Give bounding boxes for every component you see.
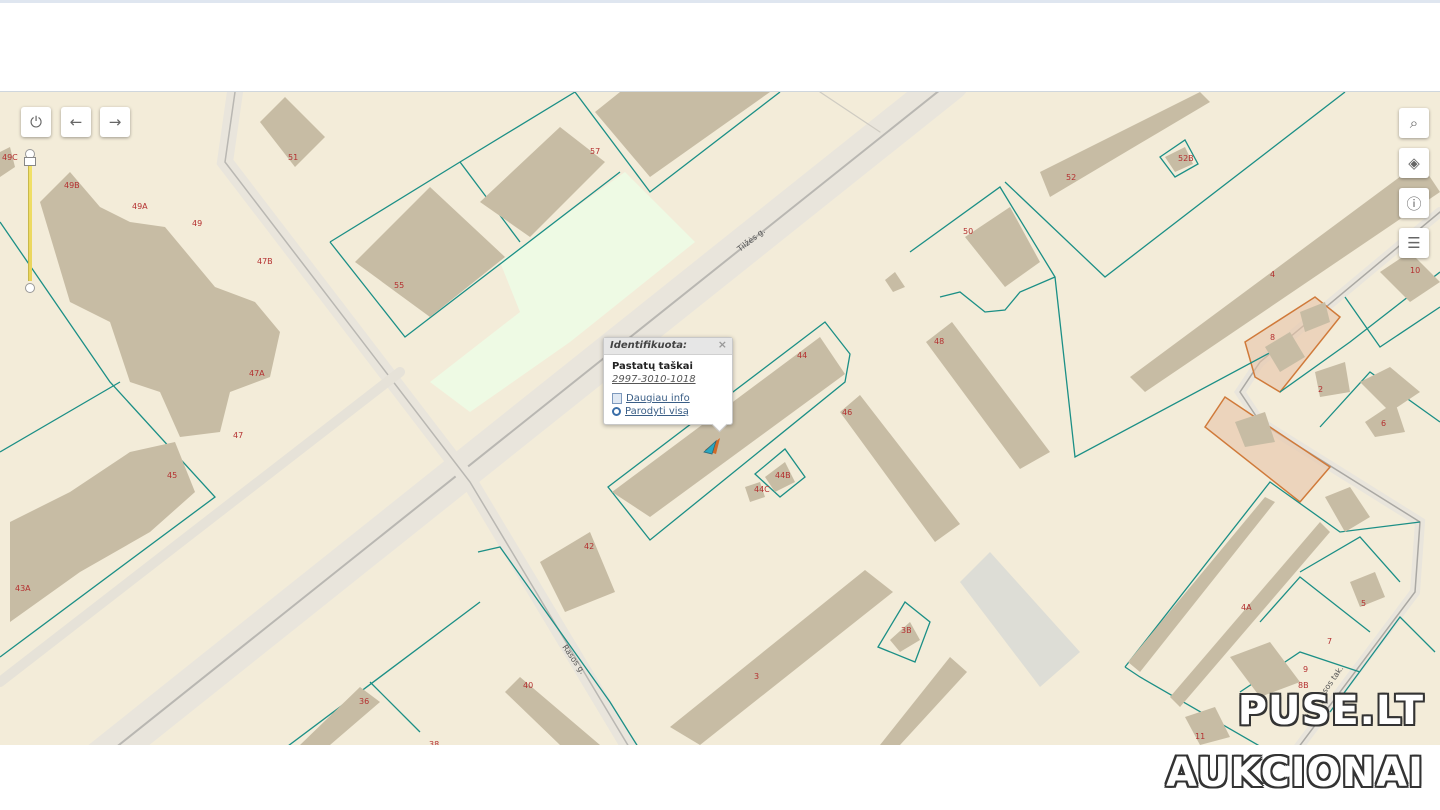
zoom-handle[interactable]	[24, 157, 36, 166]
svg-text:5: 5	[1361, 599, 1366, 608]
svg-text:55: 55	[394, 281, 404, 290]
zoom-bottom-knob[interactable]	[25, 283, 35, 293]
map-view[interactable]: 49C 49B 49A 49 47B 47A 47 45 43A 51 57 5…	[0, 91, 1440, 745]
svg-text:7: 7	[1327, 637, 1332, 646]
svg-text:10: 10	[1410, 266, 1420, 275]
more-info-link[interactable]: Daugiau info	[612, 392, 724, 405]
search-icon: ⌕	[1409, 114, 1419, 132]
svg-text:49C: 49C	[2, 153, 18, 162]
zoom-track	[28, 153, 32, 281]
top-border	[0, 0, 1440, 3]
svg-text:52B: 52B	[1178, 154, 1194, 163]
back-button[interactable]: ←	[61, 107, 91, 137]
arrow-right-icon: →	[108, 113, 122, 131]
forward-button[interactable]: →	[100, 107, 130, 137]
svg-text:44B: 44B	[775, 471, 791, 480]
svg-text:4: 4	[1270, 270, 1275, 279]
svg-text:44: 44	[797, 351, 807, 360]
svg-text:44C: 44C	[754, 485, 770, 494]
close-icon[interactable]: ×	[718, 338, 727, 352]
svg-text:49B: 49B	[64, 181, 80, 190]
svg-text:52: 52	[1066, 173, 1076, 182]
svg-text:49: 49	[192, 219, 202, 228]
svg-text:57: 57	[590, 147, 600, 156]
svg-text:38: 38	[429, 740, 439, 745]
arrow-left-icon: ←	[69, 113, 83, 131]
svg-text:48: 48	[934, 337, 944, 346]
document-icon	[612, 393, 622, 404]
svg-text:49A: 49A	[132, 202, 148, 211]
svg-text:11: 11	[1195, 732, 1205, 741]
layers-icon: ◈	[1408, 154, 1420, 172]
layers-button[interactable]: ◈	[1399, 148, 1429, 178]
popup-body: Pastatų taškai 2997-3010-1018 Daugiau in…	[604, 355, 732, 423]
info-button[interactable]: ⓘ	[1399, 188, 1429, 218]
popup-header-label: Identifikuota:	[610, 340, 688, 351]
svg-text:4A: 4A	[1241, 603, 1252, 612]
svg-text:3B: 3B	[901, 626, 912, 635]
svg-text:43A: 43A	[15, 584, 31, 593]
more-info-label: Daugiau info	[626, 393, 690, 404]
identify-popup: Identifikuota: × Pastatų taškai 2997-301…	[603, 337, 733, 433]
watermark-line-2: AUKCIONAI	[1166, 750, 1424, 796]
svg-text:6: 6	[1381, 419, 1386, 428]
popup-layer-title: Pastatų taškai	[612, 361, 693, 372]
svg-text:45: 45	[167, 471, 177, 480]
show-all-label: Parodyti visą	[625, 406, 689, 417]
svg-text:8: 8	[1270, 333, 1275, 342]
svg-text:2: 2	[1318, 385, 1323, 394]
watermark-line-1: PUSE.LT	[1237, 688, 1424, 734]
svg-text:42: 42	[584, 542, 594, 551]
popup-header: Identifikuota: ×	[604, 338, 732, 355]
svg-text:51: 51	[288, 153, 298, 162]
svg-text:47B: 47B	[257, 257, 273, 266]
show-all-link[interactable]: Parodyti visą	[612, 405, 724, 418]
search-button[interactable]: ⌕	[1399, 108, 1429, 138]
svg-text:47A: 47A	[249, 369, 265, 378]
svg-text:40: 40	[523, 681, 533, 690]
popup-object-code[interactable]: 2997-3010-1018	[612, 373, 724, 387]
svg-text:46: 46	[842, 408, 852, 417]
info-icon: ⓘ	[1406, 194, 1422, 213]
svg-text:9: 9	[1303, 665, 1308, 674]
magnifier-icon	[612, 407, 621, 416]
power-icon: ⏻	[30, 113, 42, 131]
power-button[interactable]: ⏻	[21, 107, 51, 137]
svg-text:47: 47	[233, 431, 243, 440]
svg-text:36: 36	[359, 697, 369, 706]
legend-icon: ☰	[1407, 234, 1421, 252]
svg-text:3: 3	[754, 672, 759, 681]
svg-text:50: 50	[963, 227, 973, 236]
paved-lot	[960, 552, 1080, 687]
legend-button[interactable]: ☰	[1399, 228, 1429, 258]
